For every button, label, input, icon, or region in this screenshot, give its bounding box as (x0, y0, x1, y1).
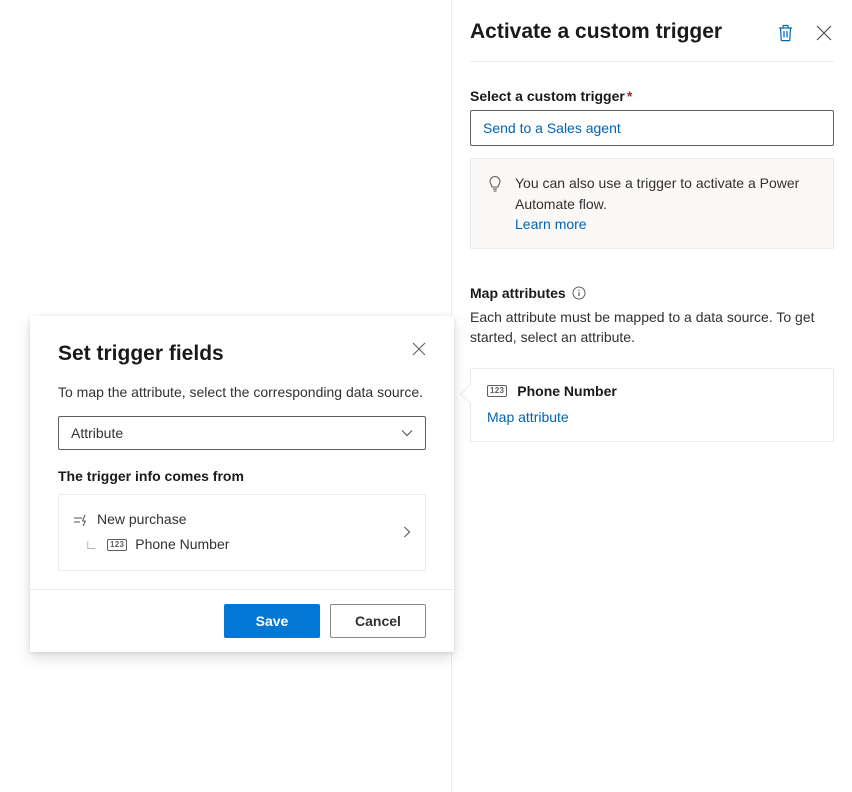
source-tree: New purchase ∟ 123 Phone Number (73, 507, 229, 557)
attribute-dropdown[interactable]: Attribute (58, 416, 426, 450)
tree-root-row: New purchase (73, 507, 229, 532)
trigger-icon (73, 513, 89, 527)
attribute-dropdown-value: Attribute (71, 425, 123, 441)
trigger-field-section: Select a custom trigger* Send to a Sales… (470, 88, 834, 249)
callout-text: You can also use a trigger to activate a… (515, 175, 799, 211)
set-trigger-fields-modal: Set trigger fields To map the attribute,… (30, 316, 454, 652)
close-icon (412, 342, 426, 356)
modal-title: Set trigger fields (58, 342, 224, 366)
cancel-button[interactable]: Cancel (330, 604, 426, 638)
trigger-field-label-text: Select a custom trigger (470, 88, 625, 104)
lightbulb-icon (487, 175, 503, 234)
source-card[interactable]: New purchase ∟ 123 Phone Number (58, 494, 426, 570)
modal-header: Set trigger fields (58, 342, 426, 366)
tree-child-row: ∟ 123 Phone Number (73, 532, 229, 557)
chevron-right-icon (403, 526, 411, 538)
source-label: The trigger info comes from (58, 468, 426, 484)
tree-root-label: New purchase (97, 507, 187, 532)
map-title-row: Map attributes (470, 285, 834, 301)
save-button[interactable]: Save (224, 604, 320, 638)
map-attribute-link[interactable]: Map attribute (487, 409, 569, 425)
modal-footer: Save Cancel (30, 589, 454, 652)
trash-icon (777, 24, 794, 42)
trigger-field-label: Select a custom trigger* (470, 88, 834, 104)
trigger-select[interactable]: Send to a Sales agent (470, 110, 834, 146)
modal-body: Set trigger fields To map the attribute,… (30, 316, 454, 589)
map-attributes-desc: Each attribute must be mapped to a data … (470, 307, 834, 348)
close-modal-button[interactable] (412, 342, 426, 356)
attribute-card[interactable]: 123 Phone Number Map attribute (470, 368, 834, 442)
modal-desc: To map the attribute, select the corresp… (58, 382, 426, 402)
panel-header: Activate a custom trigger (470, 18, 834, 62)
required-asterisk: * (627, 88, 632, 104)
tree-child-label: Phone Number (135, 532, 229, 557)
map-attributes-title: Map attributes (470, 285, 566, 301)
close-icon (816, 25, 832, 41)
panel-title: Activate a custom trigger (470, 18, 722, 45)
panel-header-actions (777, 18, 834, 42)
chevron-down-icon (401, 429, 413, 437)
number-type-icon: 123 (107, 539, 127, 551)
map-attributes-section: Map attributes Each attribute must be ma… (470, 285, 834, 442)
attribute-name-row: 123 Phone Number (487, 383, 817, 399)
attribute-name: Phone Number (517, 383, 617, 399)
tree-elbow-icon: ∟ (85, 533, 99, 556)
close-panel-button[interactable] (816, 25, 832, 41)
delete-button[interactable] (777, 24, 794, 42)
number-type-icon: 123 (487, 385, 507, 397)
callout-content: You can also use a trigger to activate a… (515, 173, 817, 234)
learn-more-link[interactable]: Learn more (515, 216, 587, 232)
info-icon[interactable] (572, 286, 586, 300)
activate-trigger-panel: Activate a custom trigger Select a custo… (451, 0, 852, 792)
attribute-card-pointer (460, 384, 480, 404)
info-callout: You can also use a trigger to activate a… (470, 158, 834, 249)
